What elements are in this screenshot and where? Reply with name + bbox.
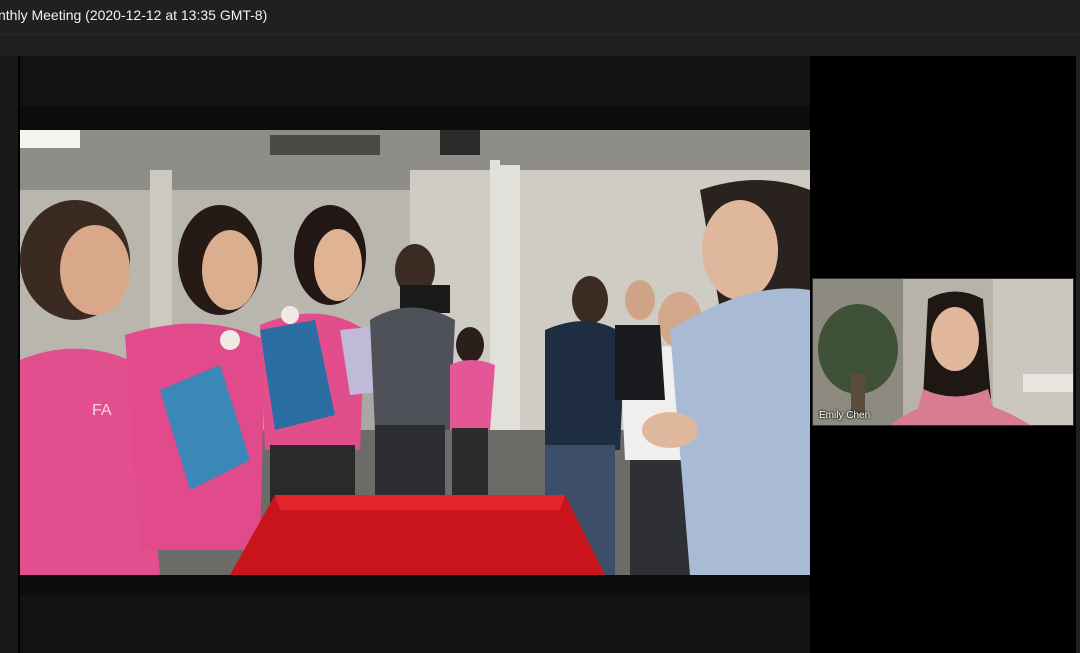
shared-photo: FA <box>20 130 810 575</box>
photo-scene: FA <box>20 130 810 575</box>
title-bar: nthly Meeting (2020-12-12 at 13:35 GMT-8… <box>0 0 1080 35</box>
left-edge <box>0 56 18 653</box>
participant-name: Emily Chen <box>819 410 871 421</box>
meeting-title: nthly Meeting (2020-12-12 at 13:35 GMT-8… <box>0 7 268 23</box>
participant-video <box>813 279 1073 425</box>
letterbox-bottom <box>20 595 810 653</box>
meeting-window: nthly Meeting (2020-12-12 at 13:35 GMT-8… <box>0 0 1080 653</box>
participant-tile[interactable]: Emily Chen <box>812 278 1074 426</box>
letterbox-top <box>20 56 810 106</box>
shirt-logo: FA <box>92 402 112 419</box>
